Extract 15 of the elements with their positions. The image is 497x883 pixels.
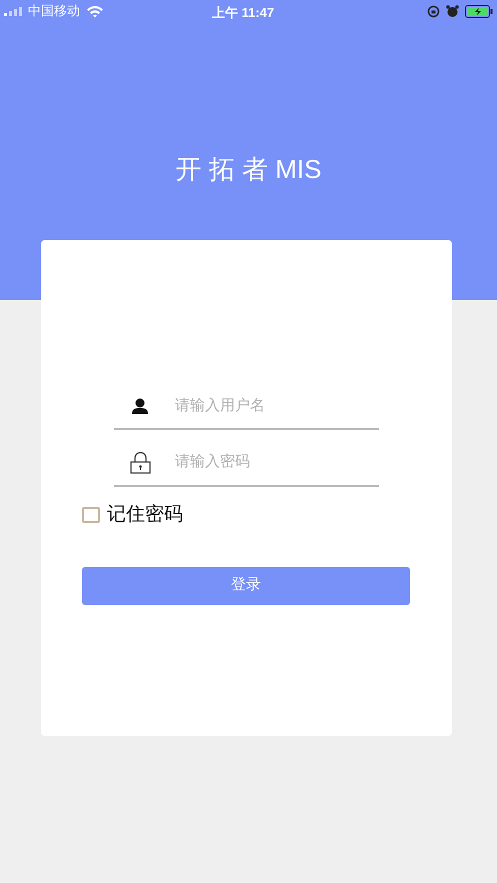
- username-field[interactable]: 请输入用户名: [175, 394, 365, 418]
- password-field[interactable]: 请输入密码: [175, 451, 365, 474]
- status-time: 上午 11:47: [212, 4, 274, 22]
- signal-icon: [4, 6, 22, 16]
- login-button[interactable]: 登录: [82, 566, 410, 604]
- carrier-name: 中国移动: [28, 2, 80, 20]
- app-title: 开 拓 者 MIS: [176, 153, 322, 186]
- user-icon: [131, 398, 149, 414]
- wifi-icon: [86, 4, 104, 18]
- alarm-icon: [446, 4, 459, 18]
- battery-icon: [465, 4, 493, 18]
- remember-label: 记住密码: [107, 503, 183, 527]
- rotation-lock-icon: [427, 4, 440, 18]
- padlock-icon: [130, 452, 151, 474]
- remember-checkbox[interactable]: [82, 507, 100, 524]
